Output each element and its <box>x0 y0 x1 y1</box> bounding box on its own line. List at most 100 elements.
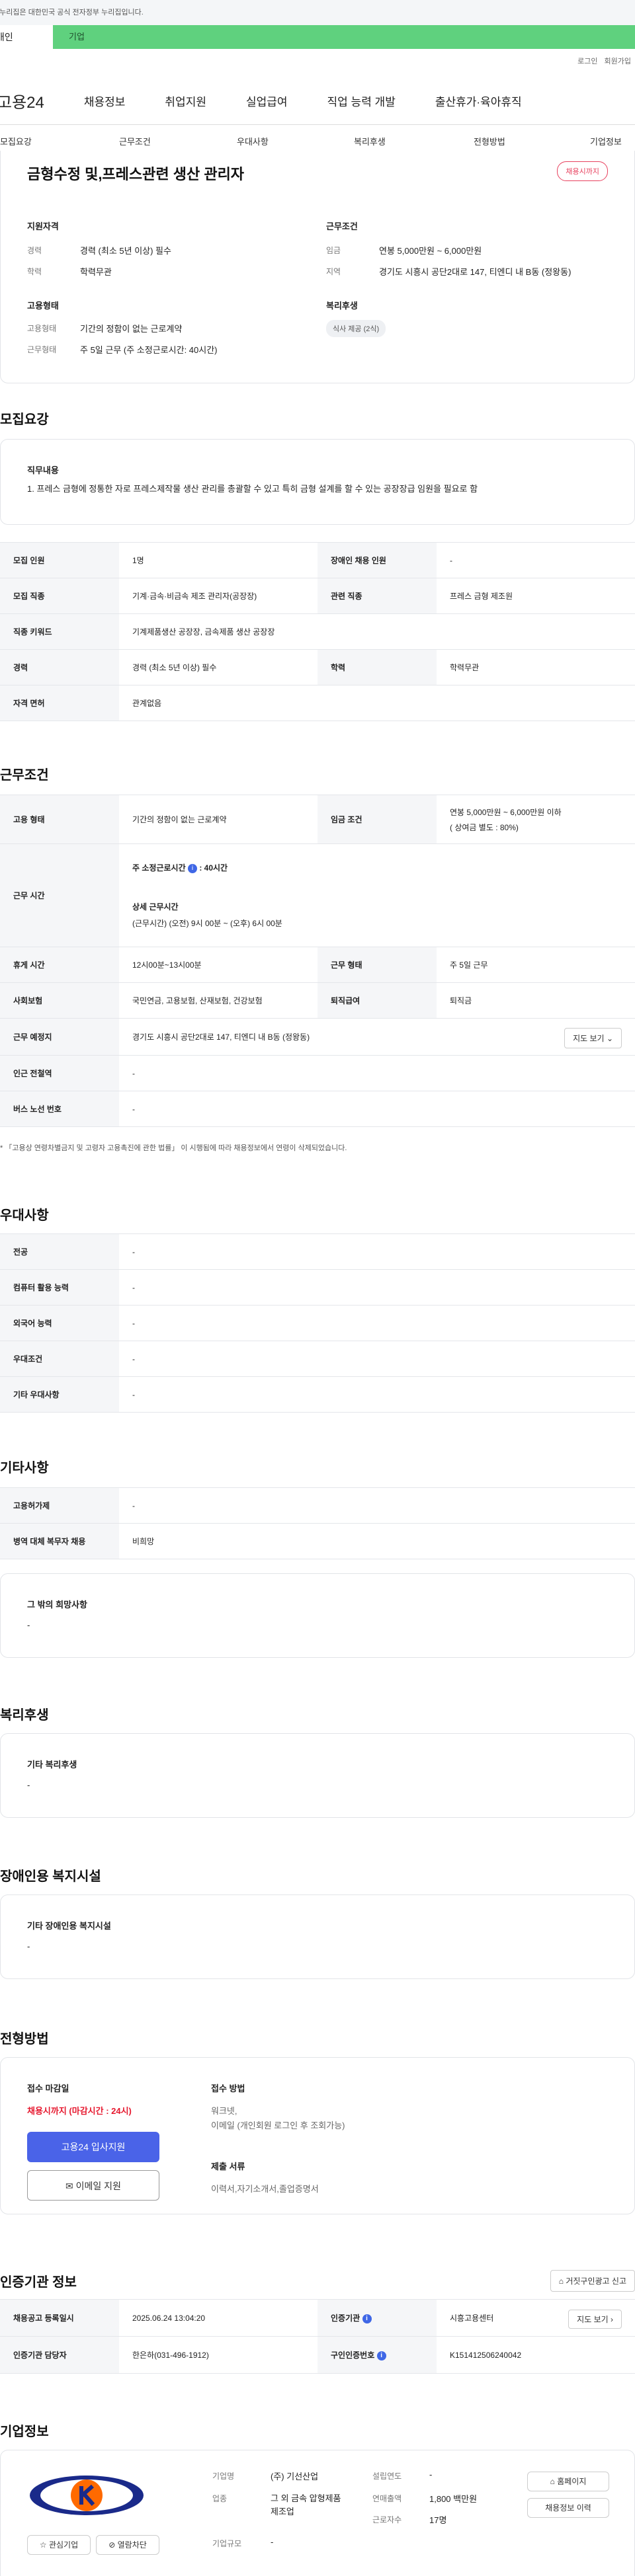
cell-value: 기계·금속·비금속 제조 관리자(공장장) <box>119 578 318 614</box>
subnav-welfare[interactable]: 복리후생 <box>354 135 386 147</box>
work-form-value: 주 5일 근무 (주 소정근로시간: 40시간) <box>80 345 218 355</box>
disabled-card: 기타 장애인용 복지시설 - <box>0 1894 635 1979</box>
table-row: 근무 예정지 경기도 시흥시 공단2대로 147, 티엔디 내 B동 (정왕동)… <box>0 1018 635 1056</box>
work-table: 고용 형태 기간의 정함이 없는 근로계약 임금 조건 연봉 5,000만원 ~… <box>0 795 635 1127</box>
table-row: 버스 노선 번호 - <box>0 1091 635 1127</box>
cell-value: 1명 <box>119 542 318 578</box>
homepage-button[interactable]: ⌂ 홈페이지 <box>527 2472 609 2491</box>
disabled-value: - <box>27 1941 30 1951</box>
emp-type-label: 고용형태 <box>27 324 57 333</box>
cell-key: 퇴직급여 <box>318 982 437 1019</box>
table-row: 경력 경력 (최소 5년 이상) 필수 학력 학력무관 <box>0 649 635 685</box>
main-nav: 고용24 채용정보 취업지원 실업급여 직업 능력 개발 출산휴가·육아휴직 <box>0 87 635 114</box>
report-button[interactable]: ⌂ 거짓구인광고 신고 <box>550 2270 635 2292</box>
place-value: 경기도 시흥시 공단2대로 147, 티엔디 내 B동 (정왕동) <box>132 1033 310 1042</box>
cell-value: 기간의 정함이 없는 근로계약 <box>119 795 318 844</box>
company-heading: 기업정보 <box>0 2425 49 2439</box>
job-title: 금형수정 및,프레스관련 생산 관리자 <box>27 166 245 182</box>
table-row: 모집 인원 1명 장애인 채용 인원 - <box>0 542 635 578</box>
gnb-training[interactable]: 직업 능력 개발 <box>327 93 396 109</box>
cell-value: - <box>119 1233 635 1270</box>
apply-button[interactable]: 고용24 입사지원 <box>27 2132 159 2162</box>
org-map-label: 지도 보기 <box>577 2315 609 2324</box>
cell-value: - <box>119 1376 635 1413</box>
wage-sub: ( 상여금 별도 : 80%) <box>450 822 519 832</box>
tab-company[interactable]: 기업 <box>53 25 635 49</box>
info-icon[interactable]: i <box>362 2314 372 2323</box>
org-key-label: 인증기관 <box>331 2314 360 2323</box>
cell-value: 기계제품생산 공장장, 금속제품 생산 공장장 <box>119 613 635 650</box>
org-map-button[interactable]: 지도 보기 › <box>568 2310 622 2329</box>
age-note: * 「고용상 연령차별금지 및 고령자 고용촉진에 관한 법률」 이 시행됨에 … <box>0 1142 347 1153</box>
subnav-work[interactable]: 근무조건 <box>119 135 151 147</box>
cell-key: 채용공고 등록일시 <box>0 2299 119 2337</box>
method-label: 접수 방법 <box>211 2084 245 2093</box>
company-logo-image <box>30 2476 144 2515</box>
user-type-tabs: 개인 기업 <box>0 25 635 49</box>
gnb-employment-support[interactable]: 취업지원 <box>165 93 206 109</box>
cell-value: 2025.06.24 13:04:20 <box>119 2299 318 2337</box>
join-link[interactable]: 회원가입 <box>605 58 631 65</box>
cell-key: 근무 예정지 <box>0 1018 119 1056</box>
welfare-value: - <box>27 1780 30 1790</box>
company-logo <box>27 2462 146 2528</box>
cell-key: 버스 노선 번호 <box>0 1091 119 1127</box>
job-summary-card: 금형수정 및,프레스관련 생산 관리자 채용시까지 지원자격 경력 경력 (최소… <box>0 151 635 383</box>
favorite-button[interactable]: ☆ 관심기업 <box>27 2535 91 2555</box>
table-row: 근무 시간 주 소정근로시간 i : 40시간 상세 근무시간 (근무시간) (… <box>0 843 635 947</box>
sales-value: 1,800 백만원 <box>429 2494 478 2504</box>
site-logo[interactable]: 고용24 <box>0 89 44 112</box>
employees-label: 근로자수 <box>372 2515 402 2524</box>
subnav-pref[interactable]: 우대사항 <box>237 135 269 147</box>
etc-table: 고용허가제 - 병역 대체 복무자 채용 비희망 <box>0 1487 635 1559</box>
hours-detail-value: (근무시간) (오전) 9시 00분 ~ (오후) 6시 00분 <box>132 919 282 928</box>
docs-label: 제출 서류 <box>211 2162 245 2171</box>
block-button[interactable]: ⊘ 열람차단 <box>96 2535 159 2555</box>
disabled-heading: 장애인용 복지시설 <box>0 1869 101 1884</box>
emp-type-value: 기간의 정함이 없는 근로계약 <box>80 324 183 334</box>
cell-value: - <box>119 1269 635 1306</box>
founded-label: 설립연도 <box>372 2472 402 2481</box>
tab-individual[interactable]: 개인 <box>0 25 53 49</box>
org-value: 시흥고용센터 <box>450 2314 494 2323</box>
welfare-card: 기타 복리후생 - <box>0 1733 635 1818</box>
chevron-down-icon: ⌄ <box>606 1034 613 1043</box>
employees-value: 17명 <box>429 2515 447 2525</box>
gnb-unemployment[interactable]: 실업급여 <box>246 93 288 109</box>
job-history-button[interactable]: 채용정보 이력 <box>527 2498 609 2518</box>
gnb-leave[interactable]: 출산휴가·육아휴직 <box>435 93 522 109</box>
cell-key: 인근 전철역 <box>0 1055 119 1091</box>
email-apply-button[interactable]: ✉ 이메일 지원 <box>27 2170 159 2201</box>
gov-banner-text: 이 누리집은 대한민국 공식 전자정부 누리집입니다. <box>0 9 144 17</box>
cell-value: 관계없음 <box>119 685 635 721</box>
cell-key: 직종 키워드 <box>0 613 119 650</box>
table-row: 외국어 능력 - <box>0 1305 635 1341</box>
career-value: 경력 (최소 5년 이상) 필수 <box>80 246 171 256</box>
table-row: 고용 형태 기간의 정함이 없는 근로계약 임금 조건 연봉 5,000만원 ~… <box>0 795 635 844</box>
login-link[interactable]: 로그인 <box>577 58 597 65</box>
org-key: 인증기관 i <box>318 2299 437 2337</box>
pref-heading: 우대사항 <box>0 1208 49 1223</box>
cell-value: 한은하(031-496-1912) <box>119 2336 318 2374</box>
table-row: 기타 우대사항 - <box>0 1376 635 1413</box>
org-cell: 시흥고용센터 지도 보기 › <box>437 2299 635 2337</box>
cell-key: 우대조건 <box>0 1341 119 1377</box>
hours-detail-label: 상세 근무시간 <box>132 902 179 912</box>
cell-key: 고용허가제 <box>0 1487 119 1524</box>
subnav-company[interactable]: 기업정보 <box>590 135 622 147</box>
star-icon: ☆ <box>39 2540 47 2550</box>
mail-icon: ✉ <box>65 2181 73 2191</box>
etc-heading: 기타사항 <box>0 1461 49 1475</box>
wage-value: 연봉 5,000만원 ~ 6,000만원 이하 <box>450 807 562 817</box>
company-size-label: 기업규모 <box>212 2539 242 2548</box>
gnb-jobs[interactable]: 채용정보 <box>84 93 126 109</box>
util-links: 로그인 회원가입 <box>571 56 631 66</box>
cell-key: 휴게 시간 <box>0 947 119 983</box>
cell-key: 근무 형태 <box>318 947 437 983</box>
info-icon[interactable]: i <box>376 2351 386 2361</box>
map-button[interactable]: 지도 보기 ⌄ <box>564 1028 622 1048</box>
subnav-selection[interactable]: 전형방법 <box>474 135 505 147</box>
info-icon[interactable]: i <box>187 863 197 873</box>
emp-heading: 고용형태 <box>27 301 59 311</box>
subnav-recruit[interactable]: 모집요강 <box>0 135 32 147</box>
